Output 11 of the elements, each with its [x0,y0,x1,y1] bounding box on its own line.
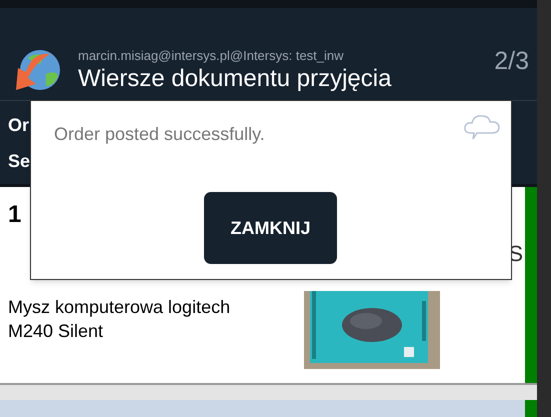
item-number: 1 [8,201,22,229]
cloud-icon [463,113,501,141]
close-button[interactable]: ZAMKNIJ [204,192,337,264]
info-label: Se [8,150,30,172]
window-title: Wiersze dokumentu przyjęcia [78,64,392,94]
item-description: Mysz komputerowa logitech M240 Silent [8,296,232,343]
status-bar [525,400,537,417]
page-counter: 2/3 [494,46,529,76]
account-label: marcin.misiag@intersys.pl@Intersys: test_inw [78,48,345,64]
info-label: Or [8,114,30,136]
dialog-message: Order posted successfully. [54,123,265,146]
